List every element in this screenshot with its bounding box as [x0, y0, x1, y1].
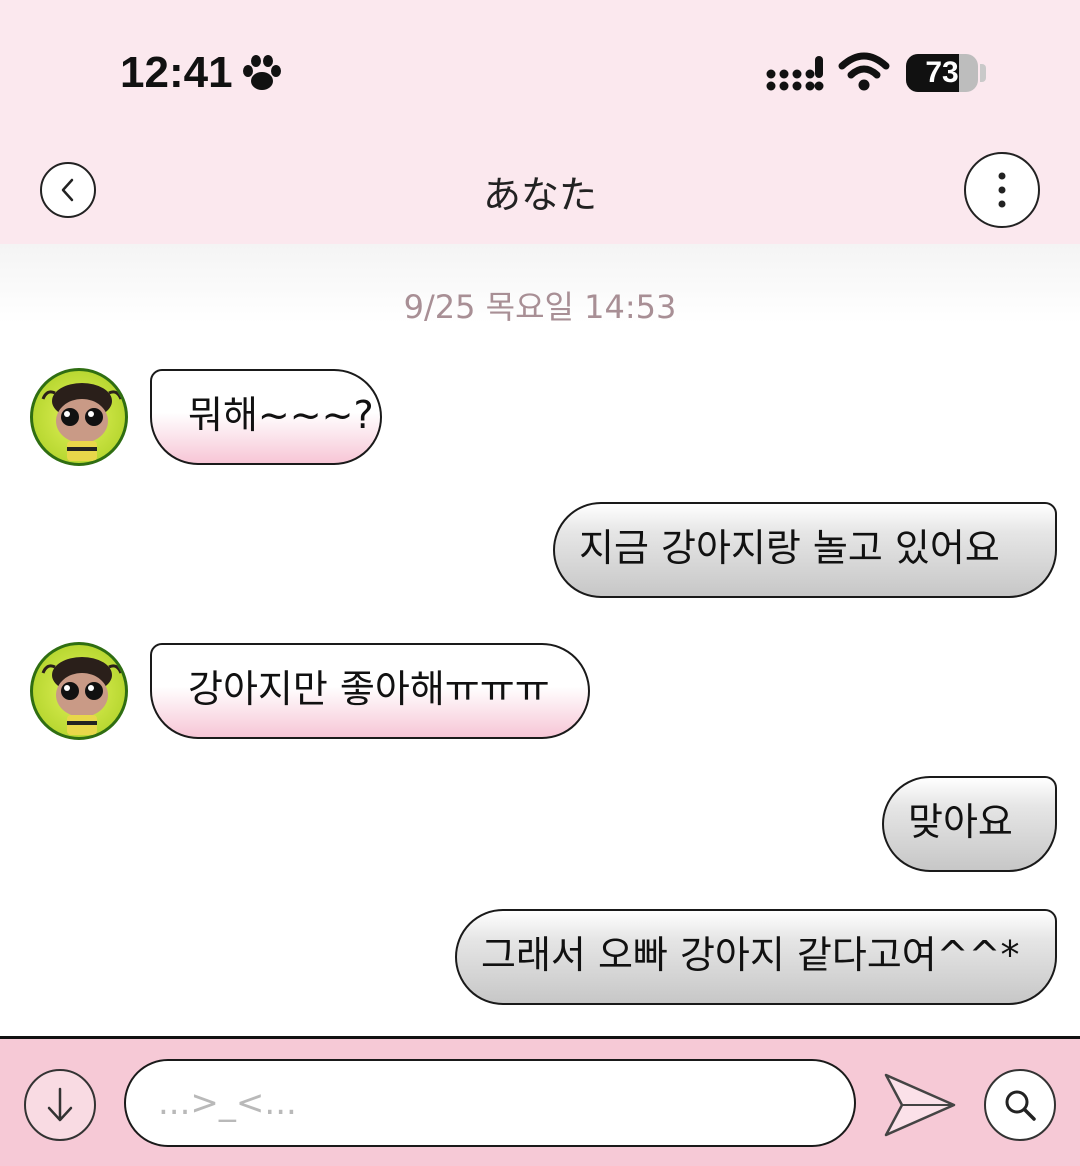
arrow-down-icon: [47, 1087, 73, 1122]
battery-level: 73: [925, 56, 959, 89]
message-bubble-outgoing[interactable]: 맞아요: [882, 776, 1057, 872]
avatar[interactable]: [30, 368, 128, 466]
avatar[interactable]: [30, 642, 128, 740]
scroll-down-button[interactable]: [24, 1069, 96, 1141]
message-text: 그래서 오빠 강아지 같다고여^^*: [481, 933, 1020, 977]
message-text: 뭐해~~~?: [188, 393, 374, 437]
message-bubble-outgoing[interactable]: 지금 강아지랑 놀고 있어요: [553, 502, 1057, 598]
vertical-dots-icon: [998, 172, 1006, 208]
wifi-icon: [838, 52, 890, 91]
back-button[interactable]: [40, 162, 96, 218]
message-text: 강아지만 좋아해ㅠㅠㅠ: [188, 667, 550, 711]
more-options-button[interactable]: [964, 152, 1040, 228]
send-icon[interactable]: [880, 1067, 960, 1143]
chevron-left-icon: [61, 178, 74, 202]
battery-indicator: 73: [906, 54, 978, 92]
status-bar: 12:41 73: [0, 0, 1080, 140]
status-time: 12:41: [120, 48, 233, 97]
message-bubble-outgoing[interactable]: 그래서 오빠 강아지 같다고여^^*: [455, 909, 1057, 1005]
message-bubble-incoming[interactable]: 강아지만 좋아해ㅠㅠㅠ: [150, 643, 590, 739]
message-bubble-incoming[interactable]: 뭐해~~~?: [150, 369, 382, 465]
avatar-image: [41, 383, 123, 461]
message-text: 맞아요: [908, 800, 1013, 844]
composer-bar: [0, 1036, 1080, 1166]
chat-title: あなた: [482, 173, 597, 217]
paw-icon: [243, 55, 281, 90]
message-text: 지금 강아지랑 놀고 있어요: [579, 526, 1000, 570]
message-input[interactable]: [124, 1059, 856, 1147]
signal-icon: [766, 56, 824, 91]
header-area: 12:41 73 あなた: [0, 0, 1080, 244]
battery-cap: [980, 64, 986, 82]
search-icon: [1005, 1090, 1036, 1121]
avatar-image: [41, 657, 123, 735]
date-stamp: 9/25 목요일 14:53: [403, 288, 677, 326]
search-button[interactable]: [984, 1069, 1056, 1141]
